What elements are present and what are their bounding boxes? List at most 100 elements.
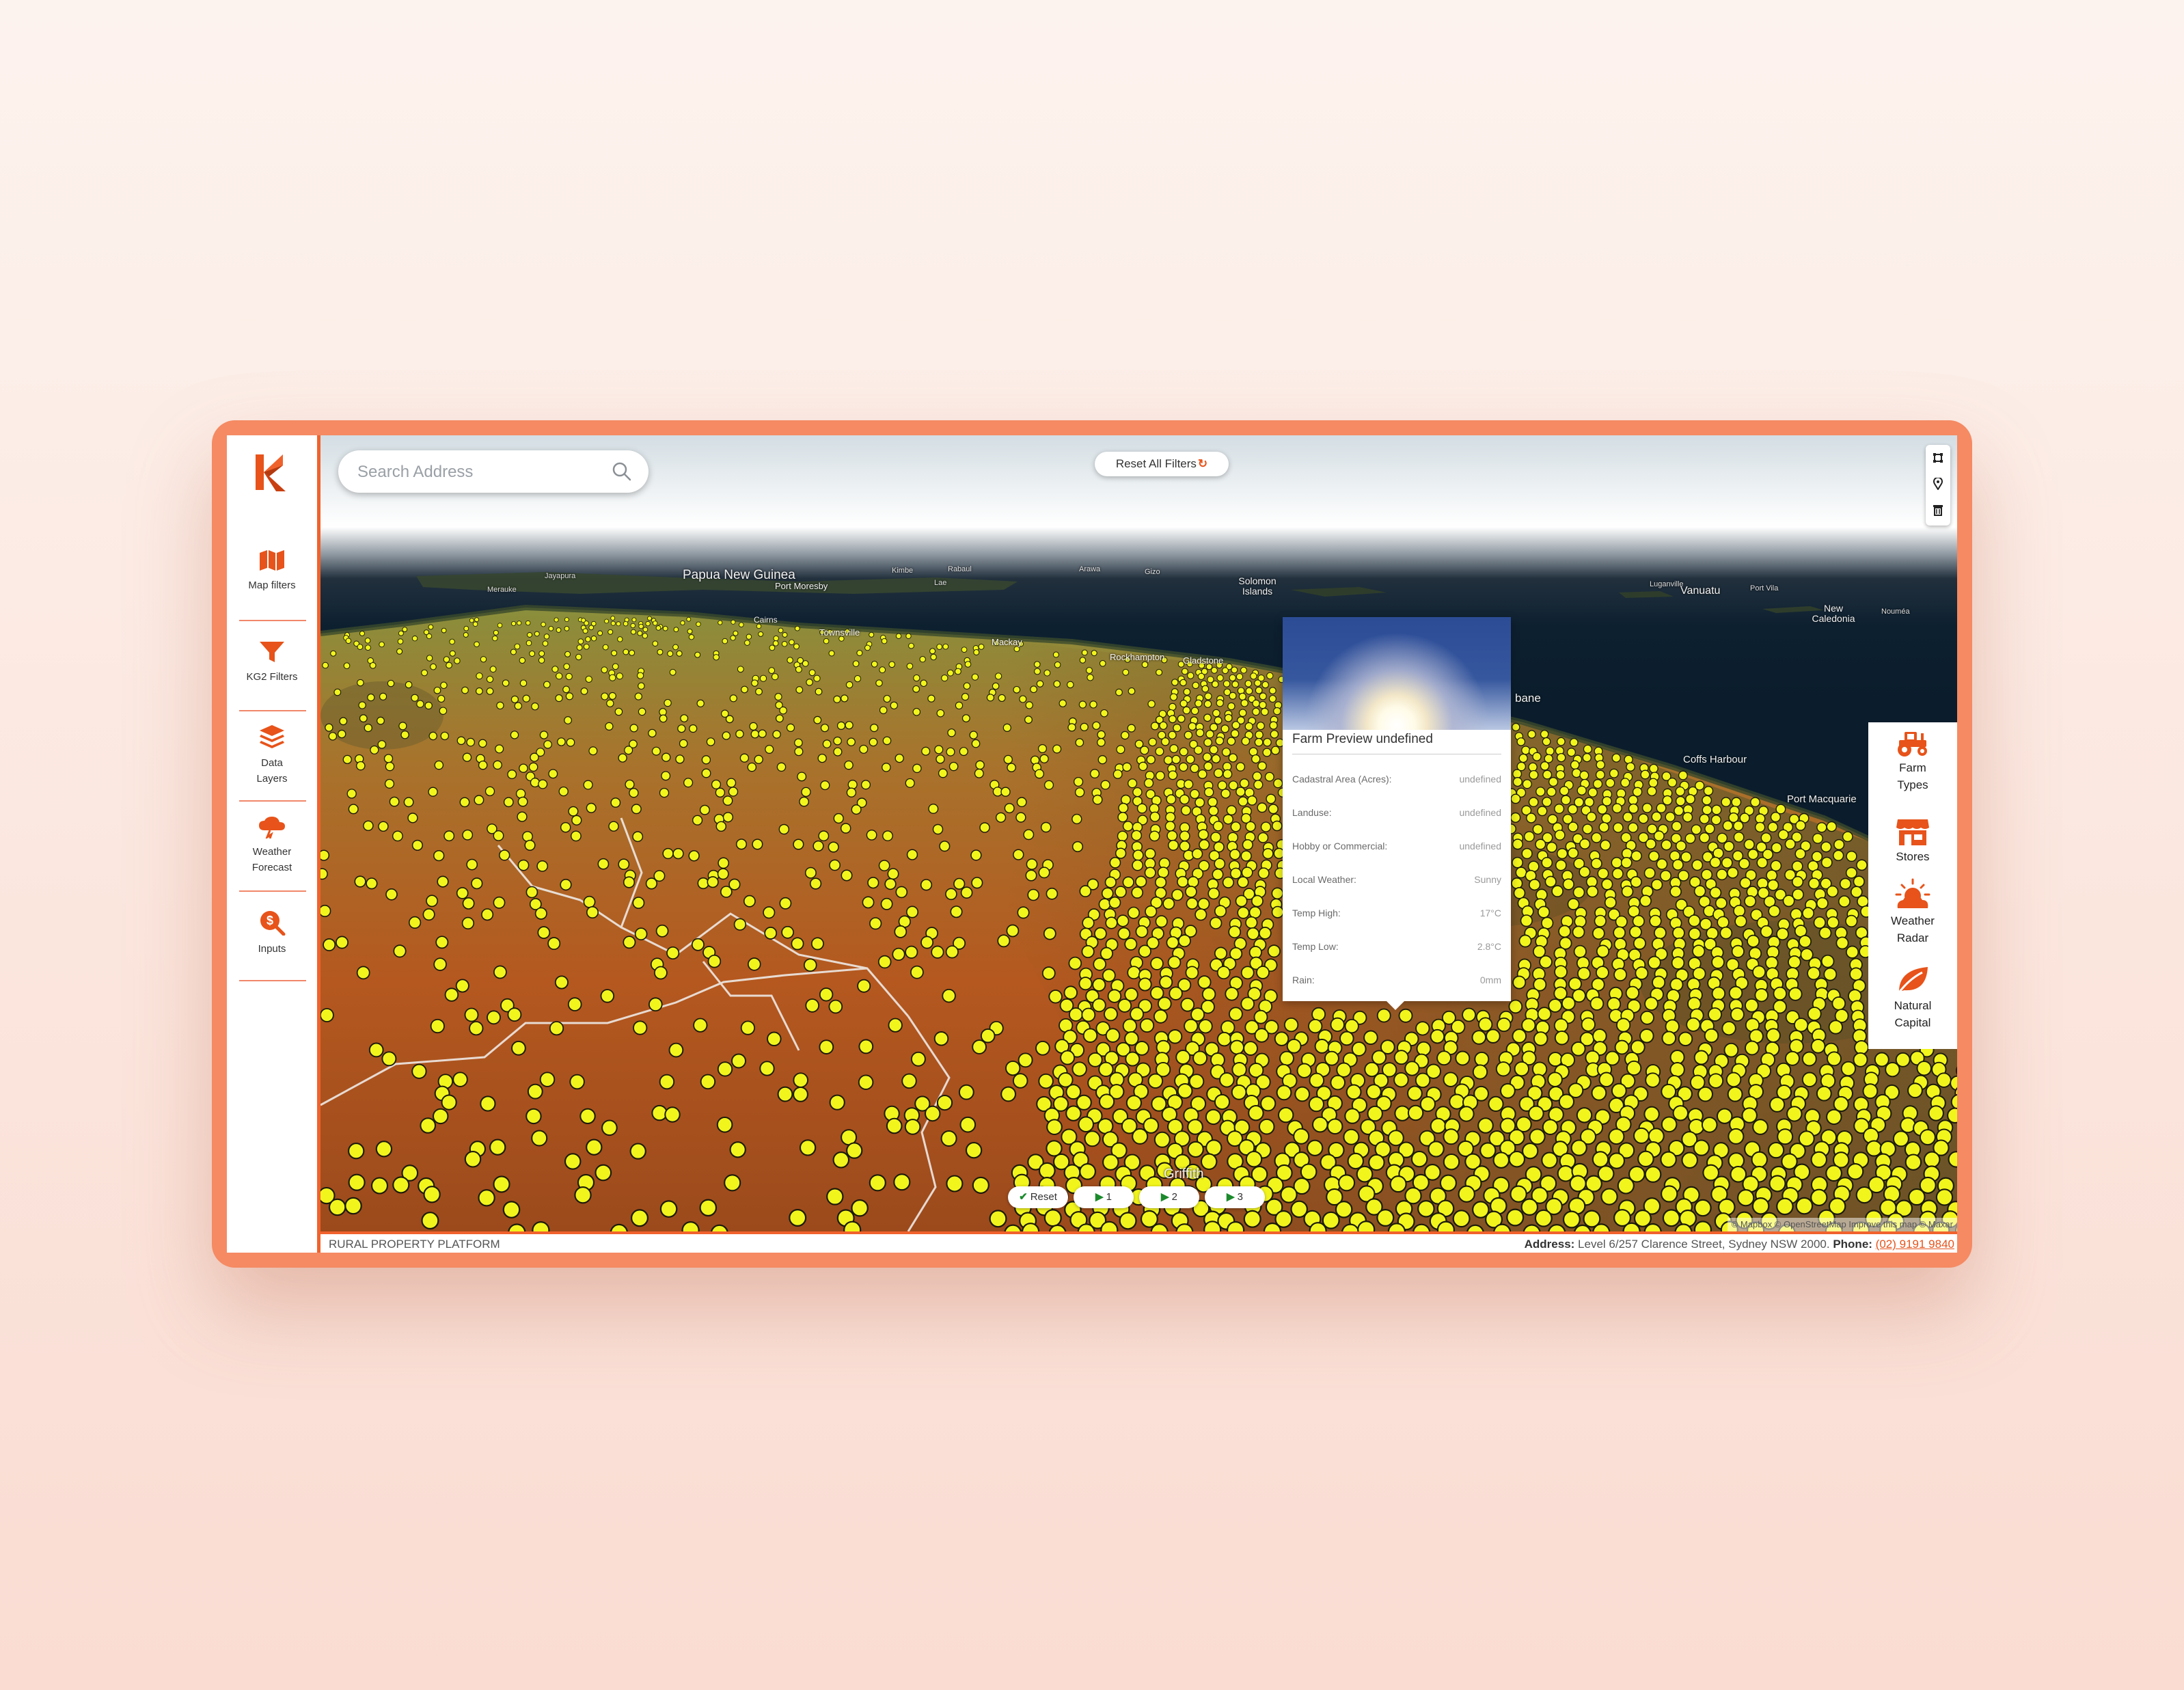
property-marker[interactable] [1737,1189,1755,1207]
property-marker[interactable] [336,936,349,949]
property-marker[interactable] [804,867,817,879]
property-marker[interactable] [1600,839,1611,851]
property-marker[interactable] [1541,916,1554,929]
property-marker[interactable] [1092,978,1106,992]
property-marker[interactable] [1239,778,1250,789]
property-marker[interactable] [1854,1039,1869,1055]
property-marker[interactable] [339,717,348,726]
property-marker[interactable] [1027,888,1039,901]
property-marker[interactable] [1579,866,1591,878]
property-marker[interactable] [1521,847,1533,860]
property-marker[interactable] [597,858,610,870]
property-marker[interactable] [601,666,608,674]
property-marker[interactable] [1258,927,1272,940]
property-marker[interactable] [1171,888,1184,901]
property-marker[interactable] [1148,737,1157,747]
property-marker[interactable] [1639,895,1652,908]
property-marker[interactable] [541,622,546,627]
property-marker[interactable] [1117,914,1130,927]
property-marker[interactable] [1065,1105,1082,1121]
property-marker[interactable] [1842,831,1853,843]
property-marker[interactable] [1725,1072,1742,1088]
property-marker[interactable] [580,687,588,695]
property-marker[interactable] [864,644,871,651]
property-marker[interactable] [476,672,483,680]
property-marker[interactable] [1590,858,1602,870]
property-marker[interactable] [1744,895,1757,908]
property-marker[interactable] [1266,793,1277,804]
view-reset-button[interactable]: ✔ Reset [1008,1186,1068,1208]
property-marker[interactable] [677,724,686,733]
property-marker[interactable] [1243,1210,1261,1228]
property-marker[interactable] [799,1139,817,1156]
property-marker[interactable] [1570,760,1580,770]
property-marker[interactable] [632,897,645,910]
property-marker[interactable] [1156,669,1162,676]
property-marker[interactable] [1892,1130,1909,1147]
property-marker[interactable] [623,936,636,949]
property-marker[interactable] [517,811,528,822]
property-marker[interactable] [882,763,891,772]
property-marker[interactable] [1169,703,1177,711]
property-marker[interactable] [1270,730,1279,739]
property-marker[interactable] [493,1175,510,1193]
property-marker[interactable] [1770,860,1782,872]
property-marker[interactable] [1846,850,1857,862]
property-marker[interactable] [880,897,893,910]
property-marker[interactable] [1039,754,1049,763]
property-marker[interactable] [1561,795,1571,806]
property-marker[interactable] [1810,1038,1826,1054]
property-marker[interactable] [356,966,370,980]
property-marker[interactable] [1555,769,1566,780]
property-marker[interactable] [1512,856,1523,869]
property-marker[interactable] [1230,821,1242,832]
property-marker[interactable] [819,1039,834,1054]
property-marker[interactable] [503,797,514,808]
property-marker[interactable] [1596,944,1610,958]
property-marker[interactable] [1851,886,1863,899]
property-marker[interactable] [730,635,736,641]
property-marker[interactable] [921,746,931,756]
property-marker[interactable] [466,737,475,747]
property-marker[interactable] [367,694,375,702]
property-marker[interactable] [1240,966,1255,980]
property-marker[interactable] [484,786,495,797]
property-marker[interactable] [1255,686,1263,694]
property-marker[interactable] [422,908,435,921]
map-view[interactable]: Papua New Guinea Port Moresby Solomon Is… [320,435,1957,1231]
property-marker[interactable] [1738,858,1750,870]
property-marker[interactable] [1124,938,1138,951]
property-marker[interactable] [1257,802,1268,813]
property-marker[interactable] [405,681,413,689]
property-marker[interactable] [1000,787,1011,797]
property-marker[interactable] [869,917,882,930]
property-marker[interactable] [1443,1072,1459,1087]
property-marker[interactable] [1262,847,1274,860]
property-marker[interactable] [1132,859,1144,871]
property-marker[interactable] [1389,1175,1407,1193]
property-marker[interactable] [841,694,849,703]
property-marker[interactable] [586,802,597,813]
property-marker[interactable] [895,753,904,763]
property-marker[interactable] [444,987,459,1002]
property-marker[interactable] [1629,925,1642,939]
reset-all-filters-button[interactable]: Reset All Filters ↻ [1095,452,1229,476]
property-marker[interactable] [1728,985,1743,1000]
property-marker[interactable] [1407,1104,1424,1121]
property-marker[interactable] [722,731,731,740]
property-marker[interactable] [370,745,379,754]
property-marker[interactable] [385,888,398,901]
property-marker[interactable] [822,739,832,748]
property-marker[interactable] [1529,769,1539,780]
property-marker[interactable] [1311,1007,1326,1022]
property-marker[interactable] [464,1007,479,1022]
property-marker[interactable] [664,1106,681,1123]
property-marker[interactable] [575,653,582,661]
property-marker[interactable] [443,830,455,842]
property-marker[interactable] [679,739,688,748]
property-marker[interactable] [1037,744,1047,754]
property-marker[interactable] [474,641,480,648]
property-marker[interactable] [1237,876,1249,888]
property-marker[interactable] [1191,848,1203,860]
property-marker[interactable] [1273,707,1281,715]
